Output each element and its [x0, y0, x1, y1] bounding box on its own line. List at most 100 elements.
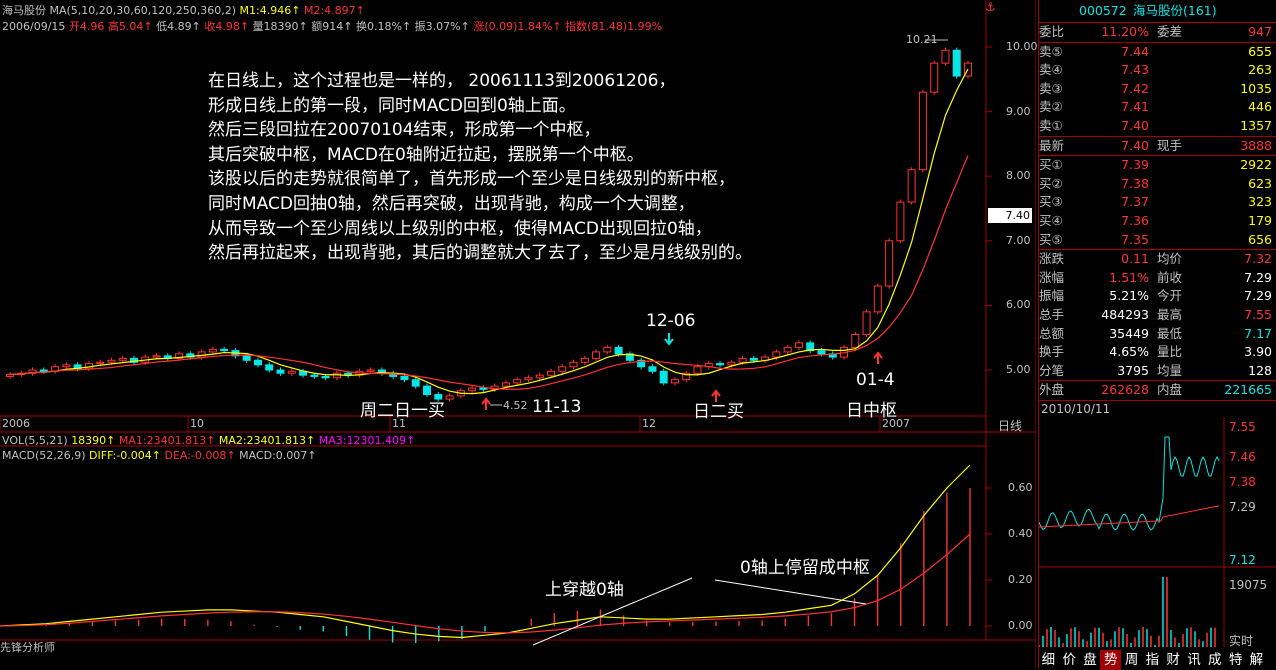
candle-body: [39, 369, 48, 372]
candle-body: [400, 375, 409, 381]
annotation-line-2: 然后三段回拉在20070104结束，形成第一个中枢，: [208, 120, 601, 141]
buy-row-1[interactable]: 买② 7.38 623: [1039, 175, 1276, 194]
candle-body: [445, 395, 454, 400]
sell-row-3[interactable]: 卖② 7.41 446: [1039, 98, 1276, 117]
bar-item-9: 涨(0.09)1.84%↑: [473, 20, 566, 33]
label-cross-zero: 上穿越0轴: [545, 580, 624, 600]
bottom-tab-10[interactable]: 解: [1246, 650, 1267, 670]
candle-body: [659, 370, 668, 384]
date-tick: 12: [642, 417, 656, 430]
bar-item-5: 量18390↑: [252, 20, 312, 33]
weibi-label: 委比: [1039, 24, 1065, 39]
candle-body: [118, 357, 127, 361]
buy-price: 7.39: [1121, 157, 1149, 173]
buy-row-0[interactable]: 买① 7.39 2922: [1039, 156, 1276, 175]
indicator-header-ma: 海马股份 MA(5,10,20,30,60,120,250,360,2) M1:…: [2, 2, 365, 18]
label-12-06: 12-06: [646, 311, 696, 331]
buy-price: 7.38: [1121, 175, 1149, 191]
candle-body: [907, 169, 916, 203]
buy-label: 买③: [1039, 194, 1063, 210]
bottom-tab-8[interactable]: 成: [1204, 650, 1225, 670]
buy-row-2[interactable]: 买③ 7.37 323: [1039, 193, 1276, 212]
buy-label: 买⑤: [1039, 231, 1063, 247]
bottom-tab-3[interactable]: 势: [1100, 650, 1122, 670]
stat-label-2: 最低: [1157, 325, 1183, 341]
neipan-value: 221665: [1224, 382, 1272, 398]
sell-volume: 1035: [1240, 80, 1272, 96]
stat-label: 涨跌: [1039, 251, 1065, 267]
sell-label: 卖③: [1039, 80, 1063, 96]
candle-body: [423, 385, 432, 396]
candle-body: [772, 351, 781, 358]
stat-value-2: 128: [1248, 362, 1272, 378]
intraday-mini-chart[interactable]: 7.55 7.46 7.38 7.29 7.12 19075 实时: [1039, 416, 1276, 647]
candle-body: [107, 359, 116, 363]
buy-row-3[interactable]: 买④ 7.36 179: [1039, 212, 1276, 231]
annotation-line-3: 其后突破中枢，MACD在0轴附近拉起，摆脱第一个中枢。: [208, 144, 644, 165]
stock-code: 000572: [1079, 3, 1127, 18]
bottom-tab-7[interactable]: 讯: [1184, 650, 1205, 670]
bottom-tab-9[interactable]: 特: [1225, 650, 1246, 670]
mini-price-tick: 7.12: [1229, 553, 1256, 567]
sell-row-0[interactable]: 卖⑤ 7.44 655: [1039, 43, 1276, 62]
vol-item-1: 18390↑: [71, 434, 119, 447]
candle-body: [524, 377, 533, 381]
sell-row-4[interactable]: 卖① 7.40 1357: [1039, 117, 1276, 136]
bar-info-header: 2006/09/15 开4.96 高5.04↑ 低4.89↑ 收4.98↑ 量1…: [2, 18, 662, 34]
neipan-label: 内盘: [1157, 382, 1183, 398]
label-week2-day1-buy: 周二日一买: [360, 401, 445, 421]
buy-price: 7.35: [1121, 231, 1149, 247]
macd-header: MACD(52,26,9) DIFF:-0.004↑ DEA:-0.008↑ M…: [2, 449, 316, 462]
label-day-center: 日中枢: [846, 401, 897, 421]
bottom-tab-2[interactable]: 盘: [1080, 650, 1101, 670]
buy-volume: 179: [1248, 212, 1272, 228]
price-tick: 9.00: [1006, 104, 1031, 118]
sell-price: 7.41: [1121, 99, 1149, 115]
stat-label: 涨幅: [1039, 269, 1065, 285]
vol-item-2: MA1:23401.813↑: [118, 434, 219, 447]
mini-price-tick: 7.46: [1229, 450, 1256, 464]
stat-row-0: 涨跌 0.11 均价 7.32: [1039, 250, 1276, 269]
annotation-line-1: 形成日线上的第一段，同时MACD回到0轴上面。: [208, 95, 576, 116]
bottom-tab-0[interactable]: 细: [1038, 650, 1059, 670]
anchor-icon[interactable]: ⚓: [985, 0, 996, 14]
bottom-tab-6[interactable]: 财: [1163, 650, 1184, 670]
stat-row-3: 总手 484293 最高 7.55: [1039, 306, 1276, 325]
ma-item-3: M2:4.897↑: [303, 4, 365, 17]
high-price-mark: 10.21: [906, 33, 938, 46]
price-tick: 10.00: [1006, 40, 1038, 53]
stat-value: 0.11: [1121, 251, 1149, 267]
bottom-tab-1[interactable]: 价: [1059, 650, 1080, 670]
weicha-value: 947: [1248, 24, 1272, 39]
candle-body: [287, 370, 296, 374]
macd-item-0: MACD(52,26,9): [2, 449, 90, 462]
ma-item-2: M1:4.946↑: [239, 4, 304, 17]
volume-header: VOL(5,5,21) 18390↑ MA1:23401.813↑ MA2:23…: [2, 434, 415, 447]
bar-item-7: 换0.18%↑: [356, 20, 415, 33]
candle-body: [152, 355, 161, 358]
candle-body: [592, 351, 601, 359]
bottom-tab-4[interactable]: 周: [1121, 650, 1142, 670]
candle-body: [479, 387, 488, 390]
period-label[interactable]: 日线: [998, 417, 1022, 434]
price-tick: 6.00: [1006, 298, 1031, 312]
bar-item-4: 收4.98↑: [204, 20, 253, 33]
annotation-line-7: 然后再拉起来，出现背驰，其后的调整就大了去了，至少是月线级别的。: [208, 243, 752, 264]
buy-price: 7.37: [1121, 194, 1149, 210]
stat-label-2: 均量: [1157, 362, 1183, 378]
sell-label: 卖⑤: [1039, 43, 1063, 59]
bar-item-6: 额914↑: [311, 20, 356, 33]
bottom-tab-5[interactable]: 指: [1142, 650, 1163, 670]
stock-name: 海马股份(161): [1133, 3, 1217, 18]
candle-body: [242, 355, 251, 361]
waipan-label: 外盘: [1039, 382, 1065, 398]
current-price-tag: 7.40: [988, 208, 1032, 223]
stat-label: 分笔: [1039, 362, 1065, 378]
waipan-value: 262628: [1101, 382, 1149, 398]
candle-body: [896, 201, 905, 242]
sell-row-1[interactable]: 卖④ 7.43 263: [1039, 61, 1276, 80]
buy-row-4[interactable]: 买⑤ 7.35 656: [1039, 231, 1276, 250]
stat-value-2: 7.55: [1244, 306, 1272, 322]
bottom-tab-bar: 细价盘势周指财讯成特解: [1038, 649, 1276, 670]
sell-row-2[interactable]: 卖③ 7.42 1035: [1039, 80, 1276, 99]
